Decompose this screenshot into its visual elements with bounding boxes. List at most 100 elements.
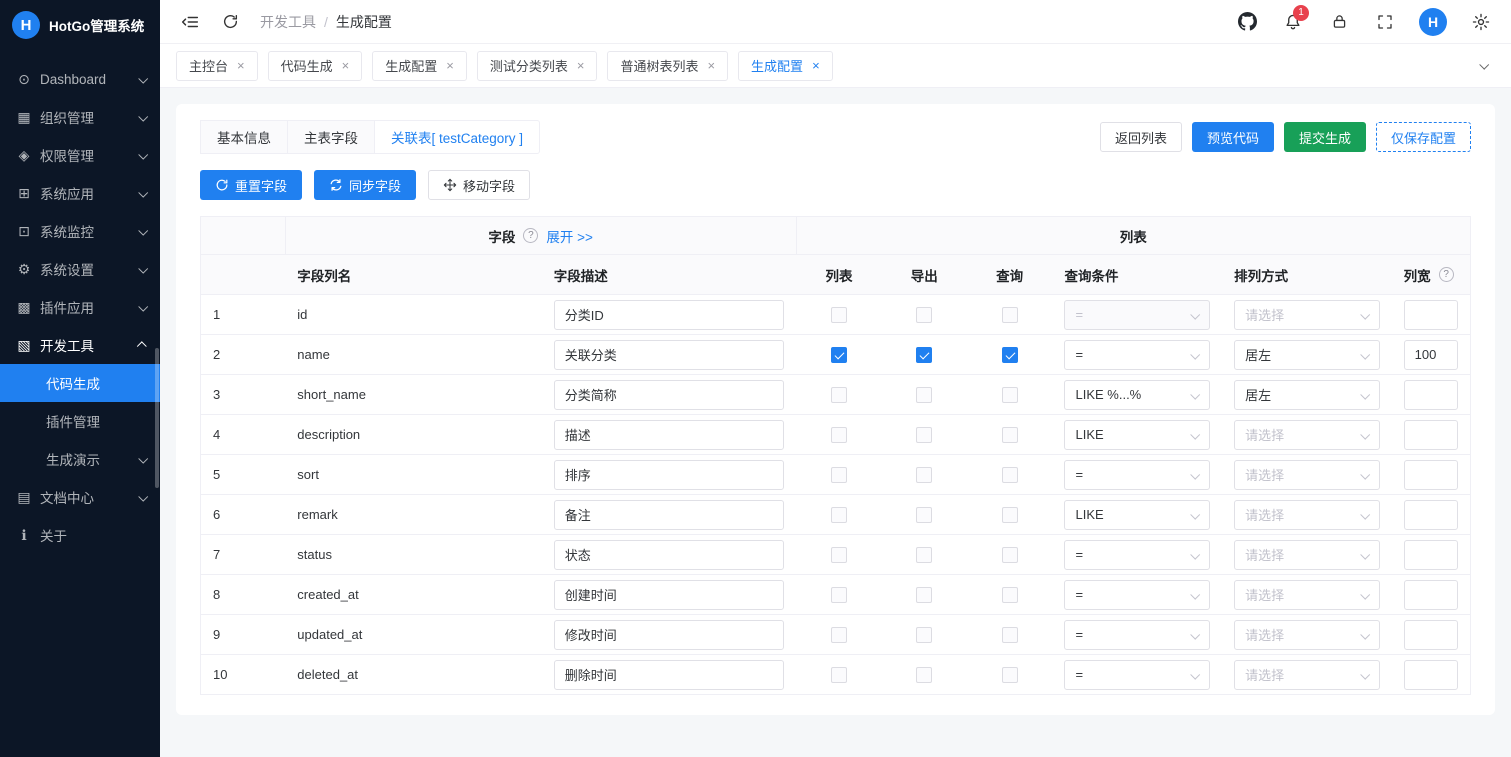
config-tab[interactable]: 关联表[ testCategory ] [375, 120, 540, 154]
list-checkbox[interactable] [831, 667, 847, 683]
field-desc-input[interactable] [554, 660, 784, 690]
export-checkbox[interactable] [916, 387, 932, 403]
query-condition-select[interactable]: = [1064, 580, 1210, 610]
column-width-input[interactable] [1404, 660, 1458, 690]
align-select[interactable]: 请选择 [1234, 500, 1380, 530]
column-width-input[interactable] [1404, 420, 1458, 450]
export-checkbox[interactable] [916, 587, 932, 603]
field-desc-input[interactable] [554, 380, 784, 410]
export-checkbox[interactable] [916, 627, 932, 643]
align-select[interactable]: 请选择 [1234, 420, 1380, 450]
sidebar-item[interactable]: ⊡ 系统监控 [0, 212, 160, 250]
app-logo[interactable]: HotGo管理系统 [0, 0, 160, 50]
list-checkbox[interactable] [831, 387, 847, 403]
field-desc-input[interactable] [554, 460, 784, 490]
sidebar-item[interactable]: ℹ 关于 [0, 516, 160, 554]
column-width-input[interactable] [1404, 300, 1458, 330]
tabs-collapse-chevron-icon[interactable] [1471, 54, 1495, 78]
lock-icon[interactable] [1327, 10, 1351, 34]
sidebar-item[interactable]: 生成演示 [0, 440, 160, 478]
list-checkbox[interactable] [831, 587, 847, 603]
back-to-list-button[interactable]: 返回列表 [1100, 122, 1182, 152]
export-checkbox[interactable] [916, 507, 932, 523]
query-checkbox[interactable] [1002, 547, 1018, 563]
tab-close-icon[interactable] [446, 59, 454, 72]
query-condition-select[interactable]: LIKE [1064, 420, 1210, 450]
config-tab[interactable]: 主表字段 [288, 120, 375, 154]
sidebar-item[interactable]: ▩ 插件应用 [0, 288, 160, 326]
export-checkbox[interactable] [916, 307, 932, 323]
list-checkbox[interactable] [831, 347, 847, 363]
refresh-icon[interactable] [218, 10, 242, 34]
query-checkbox[interactable] [1002, 467, 1018, 483]
align-select[interactable]: 请选择 [1234, 540, 1380, 570]
sidebar-item[interactable]: ◈ 权限管理 [0, 136, 160, 174]
query-condition-select[interactable]: = [1064, 620, 1210, 650]
list-checkbox[interactable] [831, 427, 847, 443]
query-checkbox[interactable] [1002, 627, 1018, 643]
sidebar-item[interactable]: ⚙ 系统设置 [0, 250, 160, 288]
query-checkbox[interactable] [1002, 427, 1018, 443]
sidebar-item[interactable]: 代码生成 [0, 364, 160, 402]
query-checkbox[interactable] [1002, 307, 1018, 323]
field-desc-input[interactable] [554, 620, 784, 650]
menu-fold-icon[interactable] [178, 10, 202, 34]
list-checkbox[interactable] [831, 627, 847, 643]
query-condition-select[interactable]: LIKE [1064, 500, 1210, 530]
sidebar-item[interactable]: ⊞ 系统应用 [0, 174, 160, 212]
field-desc-input[interactable] [554, 500, 784, 530]
align-select[interactable]: 居左 [1234, 340, 1380, 370]
align-select[interactable]: 请选择 [1234, 580, 1380, 610]
page-tab[interactable]: 生成配置 [738, 51, 833, 81]
column-width-input[interactable] [1404, 500, 1458, 530]
user-avatar[interactable] [1419, 8, 1447, 36]
github-icon[interactable] [1235, 10, 1259, 34]
preview-code-button[interactable]: 预览代码 [1192, 122, 1274, 152]
submit-generate-button[interactable]: 提交生成 [1284, 122, 1366, 152]
sidebar-item[interactable]: 插件管理 [0, 402, 160, 440]
column-width-input[interactable] [1404, 620, 1458, 650]
page-tab[interactable]: 普通树表列表 [607, 51, 728, 81]
tab-close-icon[interactable] [237, 59, 245, 72]
settings-gear-icon[interactable] [1469, 10, 1493, 34]
move-fields-button[interactable]: 移动字段 [428, 170, 530, 200]
config-tab[interactable]: 基本信息 [200, 120, 288, 154]
query-condition-select[interactable]: = [1064, 340, 1210, 370]
align-select[interactable]: 请选择 [1234, 620, 1380, 650]
align-select[interactable]: 居左 [1234, 380, 1380, 410]
query-condition-select[interactable]: = [1064, 660, 1210, 690]
list-checkbox[interactable] [831, 547, 847, 563]
align-select[interactable]: 请选择 [1234, 660, 1380, 690]
query-condition-select[interactable]: = [1064, 540, 1210, 570]
field-desc-input[interactable] [554, 300, 784, 330]
fullscreen-icon[interactable] [1373, 10, 1397, 34]
tab-close-icon[interactable] [342, 59, 350, 72]
sync-fields-button[interactable]: 同步字段 [314, 170, 416, 200]
query-checkbox[interactable] [1002, 587, 1018, 603]
field-desc-input[interactable] [554, 540, 784, 570]
page-tab[interactable]: 生成配置 [372, 51, 467, 81]
sidebar-item[interactable]: ▦ 组织管理 [0, 98, 160, 136]
save-config-only-button[interactable]: 仅保存配置 [1376, 122, 1471, 152]
export-checkbox[interactable] [916, 547, 932, 563]
export-checkbox[interactable] [916, 667, 932, 683]
tab-close-icon[interactable] [812, 59, 820, 72]
query-condition-select[interactable]: = [1064, 460, 1210, 490]
page-tab[interactable]: 测试分类列表 [477, 51, 598, 81]
breadcrumb-section[interactable]: 开发工具 [260, 12, 316, 32]
tab-close-icon[interactable] [707, 59, 715, 72]
breadcrumb-page[interactable]: 生成配置 [336, 12, 392, 32]
page-tab[interactable]: 主控台 [176, 51, 258, 81]
help-icon[interactable] [523, 228, 538, 243]
sidebar-item[interactable]: ▧ 开发工具 [0, 326, 160, 364]
tab-close-icon[interactable] [577, 59, 585, 72]
column-width-input[interactable] [1404, 340, 1458, 370]
field-desc-input[interactable] [554, 420, 784, 450]
query-condition-select[interactable]: = [1064, 300, 1210, 330]
query-checkbox[interactable] [1002, 667, 1018, 683]
reset-fields-button[interactable]: 重置字段 [200, 170, 302, 200]
export-checkbox[interactable] [916, 467, 932, 483]
export-checkbox[interactable] [916, 427, 932, 443]
query-checkbox[interactable] [1002, 507, 1018, 523]
sidebar-scrollbar[interactable] [155, 348, 159, 488]
